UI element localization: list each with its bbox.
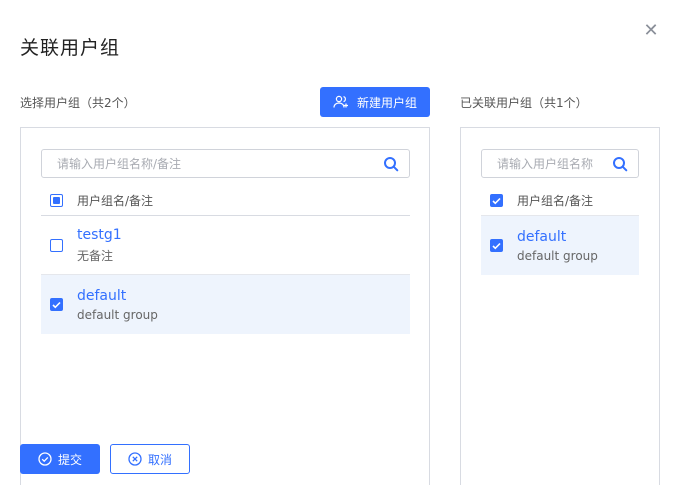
group-note: default group — [77, 307, 158, 322]
check-icon — [492, 242, 501, 249]
close-circle-icon — [128, 452, 142, 466]
group-name: default — [517, 228, 567, 245]
search-box — [481, 149, 639, 178]
dialog-title: 关联用户组 — [20, 37, 121, 59]
select-all-checkbox[interactable] — [490, 194, 503, 207]
list-header-label: 用户组名/备注 — [517, 194, 594, 208]
group-name: default — [77, 287, 127, 304]
group-note: 无备注 — [77, 248, 114, 263]
check-circle-icon — [38, 452, 52, 466]
check-icon — [52, 301, 61, 308]
check-icon — [492, 197, 501, 204]
select-all-checkbox[interactable] — [50, 194, 63, 207]
right-section-label: 已关联用户组（共1个） — [460, 96, 588, 110]
close-icon[interactable]: ✕ — [641, 21, 661, 41]
submit-button[interactable]: 提交 — [20, 444, 100, 474]
add-user-group-icon — [333, 95, 348, 108]
list-item-texts: testg1 无备注 — [77, 227, 122, 264]
list-header-label: 用户组名/备注 — [77, 194, 154, 208]
row-checkbox[interactable] — [50, 298, 63, 311]
list-header: 用户组名/备注 — [481, 186, 639, 216]
search-icon[interactable] — [612, 156, 628, 172]
group-name: testg1 — [77, 226, 122, 243]
submit-label: 提交 — [57, 452, 82, 467]
cancel-button[interactable]: 取消 — [110, 444, 190, 474]
search-input[interactable] — [57, 156, 409, 171]
linked-groups-panel: 用户组名/备注 default default group — [460, 127, 660, 485]
row-checkbox[interactable] — [50, 238, 63, 252]
list-item-texts: default default group — [77, 288, 158, 322]
left-section-label: 选择用户组（共2个） — [20, 96, 136, 110]
new-user-group-label: 新建用户组 — [356, 95, 417, 110]
list-item[interactable]: default default group — [481, 216, 639, 275]
group-note: default group — [517, 248, 598, 263]
list-header: 用户组名/备注 — [41, 186, 410, 216]
available-groups-panel: 用户组名/备注 testg1 无备注 default default group — [20, 127, 430, 485]
list-item[interactable]: testg1 无备注 — [41, 216, 410, 275]
row-checkbox[interactable] — [490, 239, 503, 252]
list-item[interactable]: default default group — [41, 275, 410, 334]
new-user-group-button[interactable]: 新建用户组 — [320, 87, 430, 117]
search-icon[interactable] — [383, 156, 399, 172]
cancel-label: 取消 — [147, 452, 172, 467]
search-box — [41, 149, 410, 178]
list-item-texts: default default group — [517, 229, 598, 263]
